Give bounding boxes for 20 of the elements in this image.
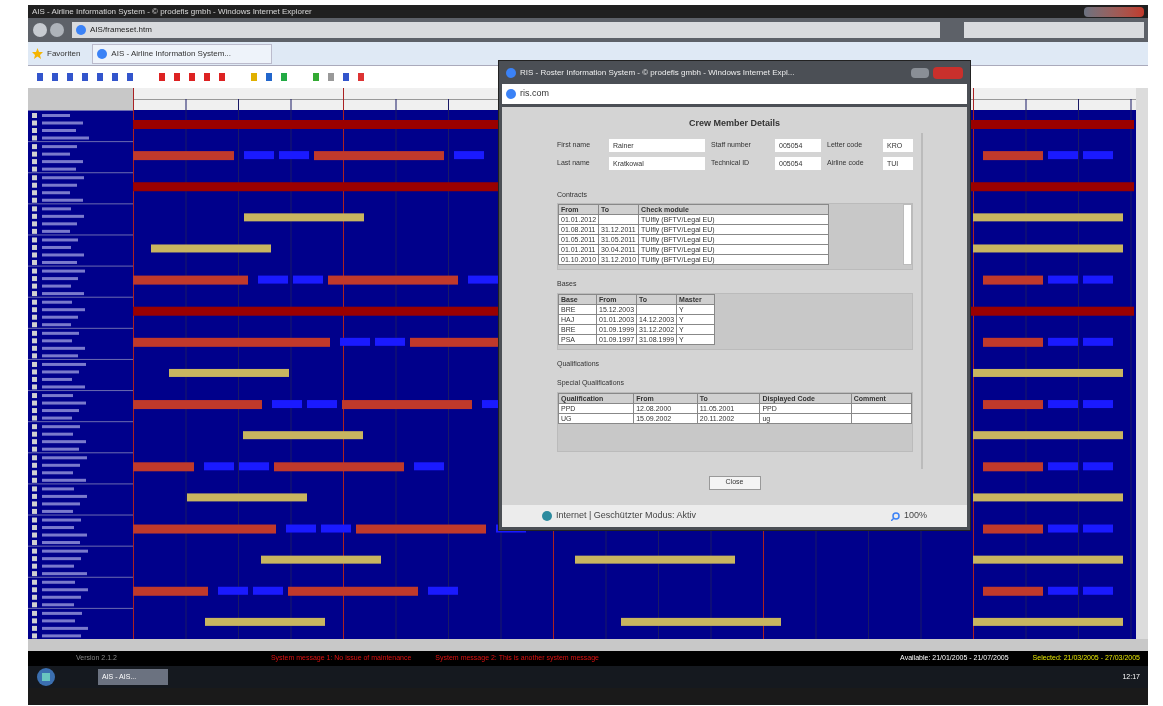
star-icon [32, 48, 43, 59]
globe-icon [542, 511, 552, 521]
address-field[interactable]: AIS/frameset.htm [72, 22, 940, 38]
favorites-link[interactable]: Favoriten [47, 47, 81, 60]
status-text: Internet | Geschützter Modus: Aktiv [556, 509, 696, 523]
browser-tab[interactable]: AIS - Airline Information System... [92, 43, 273, 64]
start-icon[interactable] [36, 667, 56, 687]
magnifier-icon[interactable] [890, 511, 900, 521]
browser-icon [506, 89, 516, 99]
browser-icon [97, 48, 108, 59]
browser-icon [76, 25, 86, 35]
address-field[interactable]: ris.com [502, 84, 967, 104]
scrollbar[interactable] [903, 204, 912, 265]
browser-icon [506, 68, 516, 78]
search-field[interactable] [964, 22, 1144, 38]
window-title: AIS - Airline Information System - © prodefis gmbh - Windows Internet Explorer [32, 5, 312, 18]
address-text: AIS/frameset.htm [90, 24, 152, 36]
dialog-heading: Crew Member Details [688, 117, 780, 130]
dialog-title: RIS - Roster Information System - © prodefis gmbh - Windows Internet Expl... [520, 67, 795, 79]
zoom-level[interactable]: 100% [903, 509, 927, 523]
